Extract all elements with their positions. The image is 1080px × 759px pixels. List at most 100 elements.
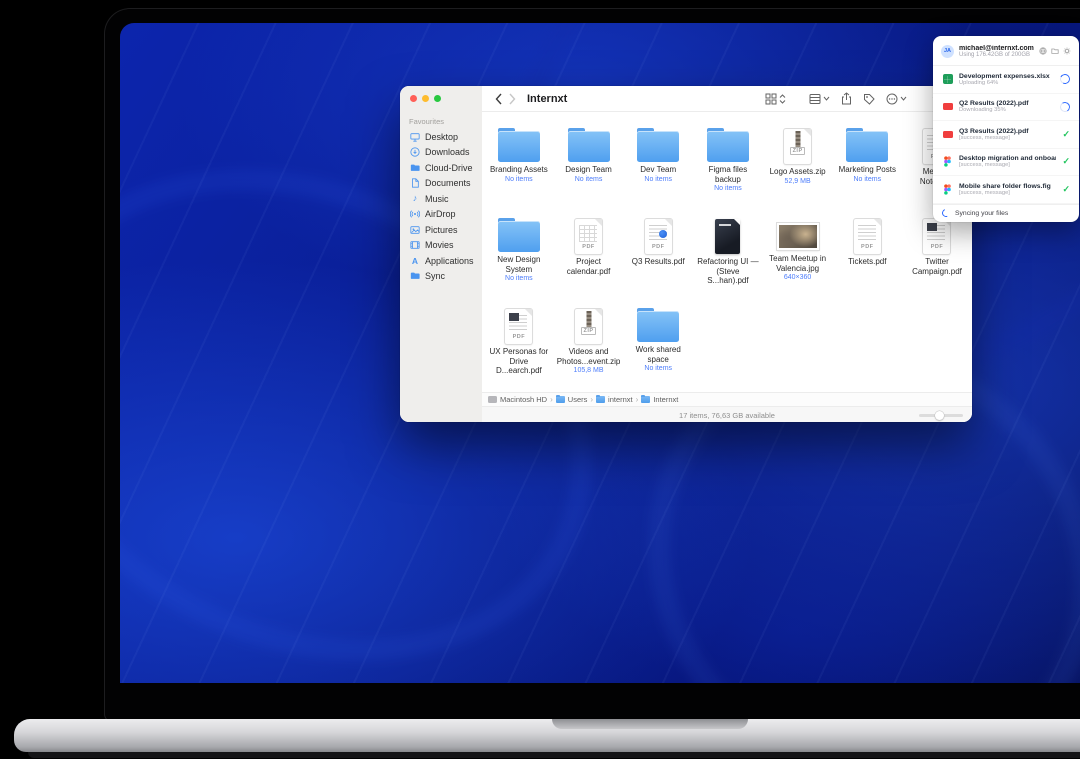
share-button[interactable] xyxy=(841,92,852,105)
laptop-base xyxy=(14,719,1080,752)
breadcrumb-separator xyxy=(550,395,553,404)
more-actions-button[interactable] xyxy=(886,93,907,105)
transfer-status: Uploading 64% xyxy=(959,80,1054,86)
file-item[interactable]: PDF Tickets.pdf xyxy=(832,210,902,300)
folder-icon xyxy=(846,131,888,162)
folder-icon[interactable] xyxy=(1051,42,1059,60)
folder-icon xyxy=(498,131,540,162)
file-item[interactable]: Refactoring UI — (Steve S...han).pdf xyxy=(693,210,763,300)
sidebar-item-documents[interactable]: Documents xyxy=(409,176,482,192)
folder-icon xyxy=(596,396,605,403)
window-controls xyxy=(410,95,441,102)
avatar: JA xyxy=(941,45,954,58)
breadcrumb-item[interactable]: Macintosh HD xyxy=(500,395,547,404)
transfer-status: [success, message] xyxy=(959,135,1056,141)
file-item[interactable]: ZIP Videos and Photos...event.zip 105,8 … xyxy=(554,300,624,390)
finder-sidebar: Favourites Desktop Downloads Cloud-Drive… xyxy=(400,86,483,422)
icon-size-slider[interactable] xyxy=(919,414,963,417)
sidebar-item-sync[interactable]: Sync xyxy=(409,269,482,285)
file-item[interactable]: Figma files backup No items xyxy=(693,120,763,210)
slider-knob[interactable] xyxy=(935,411,944,420)
transfer-status: Downloading 35% xyxy=(959,107,1054,113)
breadcrumb-item[interactable]: internxt xyxy=(608,395,633,404)
figma-file-icon xyxy=(942,184,953,195)
file-item[interactable]: PDF UX Personas for Drive D...earch.pdf xyxy=(484,300,554,390)
gear-icon[interactable] xyxy=(1063,42,1071,60)
breadcrumb-item[interactable]: Internxt xyxy=(653,395,678,404)
zip-file-icon: ZIP xyxy=(784,129,811,164)
pdf-file-icon: PDF xyxy=(645,219,672,254)
sidebar-item-label: Downloads xyxy=(425,147,470,157)
forward-button[interactable] xyxy=(505,91,518,107)
file-item[interactable]: PDF Q3 Results.pdf xyxy=(623,210,693,300)
sidebar-item-cloud-drive[interactable]: Cloud-Drive xyxy=(409,160,482,176)
transfer-item[interactable]: Mobile share folder flows.fig [success, … xyxy=(933,176,1079,204)
file-grid-area: Branding Assets No items Design Team No … xyxy=(482,112,972,392)
transfer-item[interactable]: Q2 Results (2022).pdf Downloading 35% xyxy=(933,94,1079,122)
folder-icon xyxy=(637,311,679,342)
sidebar-item-label: AirDrop xyxy=(425,209,456,219)
chevron-down-icon xyxy=(900,95,907,102)
applications-icon: A xyxy=(409,257,421,266)
sidebar-item-label: Music xyxy=(425,194,449,204)
file-item[interactable]: ZIP Logo Assets.zip 52,9 MB xyxy=(763,120,833,210)
pdf-file-icon xyxy=(943,131,953,138)
close-window-button[interactable] xyxy=(410,95,417,102)
sidebar-item-airdrop[interactable]: AirDrop xyxy=(409,207,482,223)
file-item[interactable]: Design Team No items xyxy=(554,120,624,210)
transfer-status: [success, message] xyxy=(959,190,1056,196)
globe-icon[interactable] xyxy=(1039,42,1047,60)
file-item[interactable]: Marketing Posts No items xyxy=(832,120,902,210)
sidebar-item-movies[interactable]: Movies xyxy=(409,238,482,254)
sync-status-footer: Syncing your files xyxy=(933,204,1079,222)
file-item[interactable]: PDF Project calendar.pdf xyxy=(554,210,624,300)
check-icon: ✓ xyxy=(1062,157,1070,166)
sidebar-item-desktop[interactable]: Desktop xyxy=(409,129,482,145)
pdf-file-icon: PDF xyxy=(923,219,950,254)
transfer-item[interactable]: Desktop migration and onboardi... [succe… xyxy=(933,149,1079,177)
sidebar-item-pictures[interactable]: Pictures xyxy=(409,222,482,238)
pictures-icon xyxy=(409,225,421,235)
sidebar-item-downloads[interactable]: Downloads xyxy=(409,145,482,161)
zoom-window-button[interactable] xyxy=(434,95,441,102)
window-title: Internxt xyxy=(527,93,567,105)
icon-view-button[interactable] xyxy=(765,93,786,105)
movies-icon xyxy=(409,240,421,250)
file-item[interactable]: Team Meetup in Valencia.jpg 640×360 xyxy=(763,210,833,300)
minimize-window-button[interactable] xyxy=(422,95,429,102)
disk-icon xyxy=(488,396,497,403)
breadcrumb-separator xyxy=(590,395,593,404)
items-summary: 17 items, 76,63 GB available xyxy=(679,411,775,420)
folder-icon xyxy=(556,396,565,403)
transfer-status: [success, message] xyxy=(959,162,1056,168)
finder-statusbar: Macintosh HD Users internxt Internxt 17 … xyxy=(482,392,972,422)
group-view-button[interactable] xyxy=(809,93,830,105)
file-item[interactable]: PDF Twitter Campaign.pdf xyxy=(902,210,972,300)
sidebar-item-music[interactable]: ♪ Music xyxy=(409,191,482,207)
transfer-item[interactable]: Development expenses.xlsx Uploading 64% xyxy=(933,66,1079,94)
sidebar-item-label: Cloud-Drive xyxy=(425,163,473,173)
back-button[interactable] xyxy=(492,91,505,107)
folder-icon xyxy=(409,163,421,173)
file-item[interactable]: Dev Team No items xyxy=(623,120,693,210)
music-note-icon: ♪ xyxy=(409,194,421,203)
file-item[interactable]: Work shared space No items xyxy=(623,300,693,390)
storage-usage: Using 176.42GB of 200GB xyxy=(959,52,1034,58)
file-item[interactable]: Branding Assets No items xyxy=(484,120,554,210)
sidebar-item-label: Sync xyxy=(425,271,445,281)
sidebar-item-applications[interactable]: A Applications xyxy=(409,253,482,269)
breadcrumb-item[interactable]: Users xyxy=(568,395,588,404)
account-header: JA michael@internxt.com Using 176.42GB o… xyxy=(933,36,1079,66)
file-item[interactable]: New Design System No items xyxy=(484,210,554,300)
finder-window: Favourites Desktop Downloads Cloud-Drive… xyxy=(400,86,972,422)
transfer-name: Mobile share folder flows.fig xyxy=(959,183,1056,190)
pdf-file-icon: PDF xyxy=(854,219,881,254)
progress-spinner-icon xyxy=(1059,101,1071,113)
transfer-name: Development expenses.xlsx xyxy=(959,73,1054,80)
transfer-item[interactable]: Q3 Results (2022).pdf [success, message]… xyxy=(933,121,1079,149)
folder-icon xyxy=(637,131,679,162)
transfer-name: Q2 Results (2022).pdf xyxy=(959,100,1054,107)
tag-button[interactable] xyxy=(863,93,875,105)
zip-file-icon: ZIP xyxy=(575,309,602,344)
account-email: michael@internxt.com xyxy=(959,45,1034,52)
